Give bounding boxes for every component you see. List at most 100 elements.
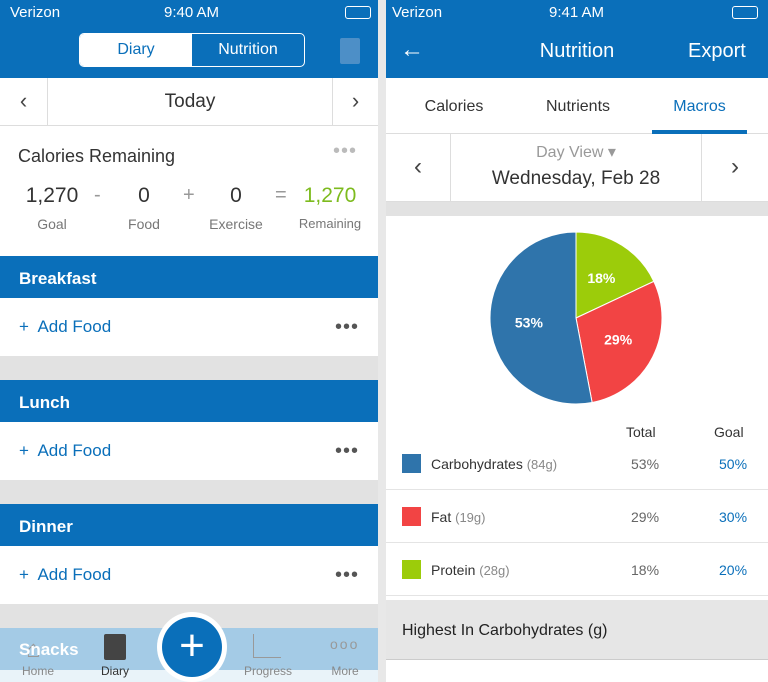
battery-icon bbox=[732, 6, 758, 19]
view-label: Day View bbox=[536, 144, 604, 161]
divider bbox=[0, 356, 378, 380]
plus-icon: + bbox=[19, 317, 29, 336]
plus-icon: + bbox=[19, 441, 29, 460]
calories-title: Calories Remaining bbox=[18, 146, 176, 166]
chevron-left-icon[interactable]: ‹ bbox=[386, 134, 451, 202]
macro-name: Carbohydrates (84g) bbox=[431, 456, 557, 472]
more-icon[interactable]: ••• bbox=[335, 316, 359, 339]
remaining-value: 1,270 bbox=[303, 184, 357, 207]
macro-label: Carbohydrates bbox=[431, 456, 523, 472]
add-food-label: Add Food bbox=[37, 317, 112, 336]
tab-macros[interactable]: Macros bbox=[652, 98, 747, 134]
segmented-control: Diary Nutrition bbox=[79, 33, 305, 67]
tab-home[interactable]: Home bbox=[8, 664, 68, 678]
chevron-right-icon[interactable]: › bbox=[701, 134, 768, 202]
diary-icon[interactable] bbox=[104, 634, 126, 660]
chevron-right-icon[interactable]: › bbox=[332, 78, 378, 125]
date-nav: ‹ Day View ▾ Wednesday, Feb 28 › bbox=[386, 134, 768, 202]
progress-chart-icon[interactable] bbox=[253, 634, 281, 658]
more-icon[interactable]: ••• bbox=[335, 440, 359, 463]
meal-header-breakfast: Breakfast bbox=[0, 256, 378, 298]
more-icon[interactable]: ••• bbox=[333, 140, 357, 163]
tab-progress[interactable]: Progress bbox=[238, 664, 298, 678]
clock: 9:41 AM bbox=[549, 4, 605, 21]
exercise-label: Exercise bbox=[209, 216, 263, 232]
date-label: Today bbox=[164, 91, 216, 112]
minus-sign: - bbox=[94, 184, 101, 206]
clock: 9:40 AM bbox=[164, 4, 220, 21]
macro-row: Protein (28g) 18% 20% bbox=[386, 543, 768, 596]
macro-grams: (28g) bbox=[479, 563, 510, 578]
caret-down-icon: ▾ bbox=[607, 144, 616, 161]
add-food-breakfast[interactable]: + Add Food ••• bbox=[0, 298, 378, 356]
exercise-value: 0 bbox=[230, 184, 242, 207]
date-label: Wednesday, Feb 28 bbox=[491, 168, 661, 189]
divider bbox=[386, 202, 768, 216]
highest-title: Highest In Carbohydrates (g) bbox=[402, 622, 608, 639]
calories-card: Calories Remaining ••• 1,270 Goal - 0 Fo… bbox=[0, 126, 378, 256]
segment-nutrition[interactable]: Nutrition bbox=[192, 34, 304, 66]
macro-label: Protein bbox=[431, 562, 476, 578]
food-label: Food bbox=[128, 216, 160, 232]
macro-total: 18% bbox=[631, 562, 660, 578]
food-value: 0 bbox=[138, 184, 150, 207]
macro-row: Carbohydrates (84g) 53% 50% bbox=[386, 437, 768, 490]
equals-sign: = bbox=[275, 184, 287, 206]
pie-label: 18% bbox=[587, 270, 616, 286]
chevron-left-icon[interactable]: ‹ bbox=[0, 78, 48, 125]
add-food-label: Add Food bbox=[37, 441, 112, 460]
legend-swatch bbox=[402, 454, 421, 473]
meal-header-snacks-label: Snacks bbox=[19, 640, 79, 659]
tab-more[interactable]: More bbox=[315, 664, 375, 678]
divider bbox=[0, 480, 378, 504]
divider bbox=[378, 0, 386, 682]
carrier: Verizon bbox=[10, 4, 61, 21]
legend-swatch bbox=[402, 560, 421, 579]
macro-total: 29% bbox=[631, 509, 660, 525]
meal-header-dinner: Dinner bbox=[0, 504, 378, 546]
diary-screen: Verizon 9:40 AM Diary Nutrition ‹ Today … bbox=[0, 0, 378, 682]
macro-goal: 20% bbox=[719, 562, 748, 578]
add-button[interactable]: + bbox=[157, 612, 227, 682]
remaining-label: Remaining bbox=[298, 216, 362, 231]
plus-icon: + bbox=[19, 565, 29, 584]
more-icon[interactable]: ooo bbox=[330, 636, 359, 652]
bookmark-check-icon[interactable] bbox=[340, 38, 360, 64]
carrier: Verizon bbox=[392, 4, 443, 21]
date-nav: ‹ Today › bbox=[0, 78, 378, 126]
macro-row: Fat (19g) 29% 30% bbox=[386, 490, 768, 543]
header: Verizon 9:40 AM Diary Nutrition bbox=[0, 0, 378, 78]
add-food-label: Add Food bbox=[37, 565, 112, 584]
more-icon[interactable]: ••• bbox=[335, 564, 359, 587]
add-food-dinner[interactable]: + Add Food ••• bbox=[0, 546, 378, 604]
macro-grams: (19g) bbox=[455, 510, 486, 525]
tab-diary[interactable]: Diary bbox=[85, 664, 145, 678]
macro-name: Protein (28g) bbox=[431, 562, 510, 578]
legend-swatch bbox=[402, 507, 421, 526]
macro-label: Fat bbox=[431, 509, 452, 525]
goal-value: 1,270 bbox=[25, 184, 79, 207]
macros-pie-chart: 18% 29% 53% bbox=[489, 231, 663, 405]
battery-icon bbox=[345, 6, 371, 19]
add-food-lunch[interactable]: + Add Food ••• bbox=[0, 422, 378, 480]
view-selector[interactable]: Day View ▾ bbox=[451, 142, 701, 162]
nutrition-screen: Verizon 9:41 AM ← Nutrition Export Calor… bbox=[386, 0, 768, 682]
plus-icon: + bbox=[162, 617, 222, 677]
macro-name: Fat (19g) bbox=[431, 509, 485, 525]
segment-diary[interactable]: Diary bbox=[80, 34, 192, 66]
macro-goal: 30% bbox=[719, 509, 748, 525]
plus-sign: + bbox=[183, 184, 195, 206]
meal-list: Breakfast + Add Food ••• Lunch + Add Food… bbox=[0, 256, 378, 670]
tab-calories[interactable]: Calories bbox=[404, 98, 504, 116]
macro-grams: (84g) bbox=[526, 457, 558, 472]
goal-label: Goal bbox=[37, 216, 67, 232]
tab-nutrients[interactable]: Nutrients bbox=[528, 98, 628, 116]
tabs: Calories Nutrients Macros bbox=[386, 78, 768, 134]
highest-section-header: Highest In Carbohydrates (g) bbox=[386, 600, 768, 660]
meal-header-lunch: Lunch bbox=[0, 380, 378, 422]
export-button[interactable]: Export bbox=[688, 40, 746, 63]
pie-label: 29% bbox=[604, 331, 633, 347]
macro-goal: 50% bbox=[719, 456, 748, 472]
macro-total: 53% bbox=[631, 456, 660, 472]
pie-label: 53% bbox=[515, 314, 544, 330]
